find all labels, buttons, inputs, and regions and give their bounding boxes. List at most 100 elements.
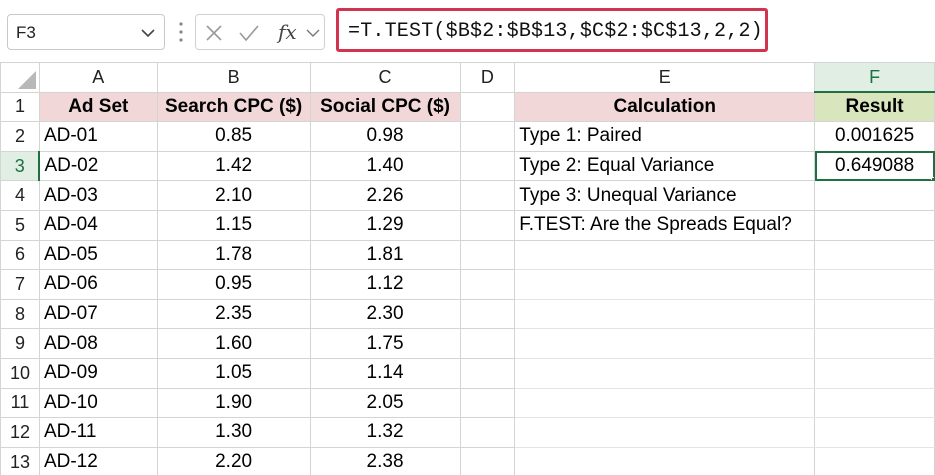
header-calculation[interactable]: Calculation bbox=[514, 91, 816, 123]
empty-cell[interactable] bbox=[459, 446, 516, 475]
empty-cell[interactable] bbox=[514, 446, 816, 475]
empty-cell[interactable] bbox=[814, 387, 935, 419]
empty-cell[interactable] bbox=[514, 328, 816, 359]
social-cpc-cell[interactable]: 2.05 bbox=[309, 387, 461, 419]
header-ad-set[interactable]: Ad Set bbox=[38, 91, 158, 123]
search-cpc-cell[interactable]: 1.30 bbox=[156, 417, 311, 448]
result-cell[interactable] bbox=[814, 209, 935, 241]
row-header-12[interactable]: 12 bbox=[0, 417, 40, 448]
empty-cell[interactable] bbox=[514, 239, 816, 271]
search-cpc-cell[interactable]: 1.60 bbox=[156, 328, 311, 359]
ad-set-cell[interactable]: AD-08 bbox=[38, 328, 158, 359]
search-cpc-cell[interactable]: 0.85 bbox=[156, 121, 311, 152]
empty-cell[interactable] bbox=[814, 357, 935, 389]
row-header-11[interactable]: 11 bbox=[0, 387, 40, 419]
empty-cell[interactable] bbox=[459, 239, 516, 271]
cell-d4[interactable] bbox=[459, 180, 516, 211]
row-header-3[interactable]: 3 bbox=[0, 150, 41, 182]
column-header-e[interactable]: E bbox=[514, 62, 816, 93]
search-cpc-cell[interactable]: 1.90 bbox=[156, 387, 311, 419]
social-cpc-cell[interactable]: 2.38 bbox=[309, 446, 461, 475]
active-result-cell[interactable]: 0.649088 bbox=[814, 150, 935, 182]
empty-cell[interactable] bbox=[514, 357, 816, 389]
row-header-4[interactable]: 4 bbox=[0, 180, 40, 211]
fill-handle[interactable] bbox=[931, 177, 934, 180]
row-header-10[interactable]: 10 bbox=[0, 357, 40, 389]
insert-function-icon[interactable]: fx bbox=[278, 20, 297, 44]
cancel-icon[interactable] bbox=[204, 23, 224, 43]
cell-d5[interactable] bbox=[459, 209, 516, 241]
empty-cell[interactable] bbox=[814, 269, 935, 300]
formula-input[interactable]: =T.TEST($B$2:$B$13,$C$2:$C$13,2,2) bbox=[336, 8, 768, 52]
search-cpc-cell[interactable]: 1.05 bbox=[156, 357, 311, 389]
ad-set-cell[interactable]: AD-05 bbox=[38, 239, 158, 271]
ad-set-cell[interactable]: AD-12 bbox=[38, 446, 158, 475]
social-cpc-cell[interactable]: 1.75 bbox=[309, 328, 461, 359]
empty-cell[interactable] bbox=[459, 387, 516, 419]
calculation-label[interactable]: Type 3: Unequal Variance bbox=[514, 180, 816, 211]
header-result[interactable]: Result bbox=[814, 91, 935, 123]
empty-cell[interactable] bbox=[814, 446, 935, 475]
column-header-d[interactable]: D bbox=[459, 62, 516, 93]
column-header-f[interactable]: F bbox=[814, 62, 935, 94]
ad-set-cell[interactable]: AD-01 bbox=[38, 121, 158, 152]
empty-cell[interactable] bbox=[814, 239, 935, 271]
search-cpc-cell[interactable]: 1.15 bbox=[156, 209, 311, 241]
ad-set-cell[interactable]: AD-10 bbox=[38, 387, 158, 419]
row-header-9[interactable]: 9 bbox=[0, 328, 40, 359]
empty-cell[interactable] bbox=[514, 298, 816, 330]
empty-cell[interactable] bbox=[459, 328, 516, 359]
row-header-1[interactable]: 1 bbox=[0, 91, 40, 123]
empty-cell[interactable] bbox=[459, 298, 516, 330]
select-all-corner[interactable] bbox=[0, 62, 40, 93]
ad-set-cell[interactable]: AD-04 bbox=[38, 209, 158, 241]
row-header-7[interactable]: 7 bbox=[0, 269, 40, 300]
row-header-2[interactable]: 2 bbox=[0, 121, 40, 152]
empty-cell[interactable] bbox=[514, 387, 816, 419]
ad-set-cell[interactable]: AD-02 bbox=[38, 150, 158, 182]
calculation-label[interactable]: F.TEST: Are the Spreads Equal? bbox=[514, 209, 816, 241]
calculation-label[interactable]: Type 2: Equal Variance bbox=[514, 150, 816, 182]
calculation-label[interactable]: Type 1: Paired bbox=[514, 121, 816, 152]
empty-cell[interactable] bbox=[459, 417, 516, 448]
enter-check-icon[interactable] bbox=[238, 23, 260, 43]
search-cpc-cell[interactable]: 2.10 bbox=[156, 180, 311, 211]
row-header-13[interactable]: 13 bbox=[0, 446, 40, 475]
social-cpc-cell[interactable]: 1.14 bbox=[309, 357, 461, 389]
ad-set-cell[interactable]: AD-07 bbox=[38, 298, 158, 330]
search-cpc-cell[interactable]: 1.42 bbox=[156, 150, 311, 182]
empty-cell[interactable] bbox=[814, 417, 935, 448]
row-header-5[interactable]: 5 bbox=[0, 209, 40, 241]
name-box[interactable]: F3 bbox=[7, 14, 165, 50]
header-social-cpc[interactable]: Social CPC ($) bbox=[309, 91, 461, 123]
empty-cell[interactable] bbox=[459, 269, 516, 300]
column-header-b[interactable]: B bbox=[156, 62, 311, 93]
empty-cell[interactable] bbox=[814, 298, 935, 330]
social-cpc-cell[interactable]: 2.26 bbox=[309, 180, 461, 211]
empty-cell[interactable] bbox=[514, 269, 816, 300]
row-header-8[interactable]: 8 bbox=[0, 298, 40, 330]
result-cell[interactable] bbox=[814, 180, 935, 211]
social-cpc-cell[interactable]: 0.98 bbox=[309, 121, 461, 152]
social-cpc-cell[interactable]: 2.30 bbox=[309, 298, 461, 330]
column-header-c[interactable]: C bbox=[309, 62, 461, 93]
social-cpc-cell[interactable]: 1.29 bbox=[309, 209, 461, 241]
cell-d2[interactable] bbox=[459, 121, 516, 152]
ad-set-cell[interactable]: AD-03 bbox=[38, 180, 158, 211]
search-cpc-cell[interactable]: 1.78 bbox=[156, 239, 311, 271]
cell-d3[interactable] bbox=[459, 150, 516, 182]
empty-cell[interactable] bbox=[514, 417, 816, 448]
empty-cell[interactable] bbox=[459, 357, 516, 389]
column-header-a[interactable]: A bbox=[38, 62, 158, 93]
result-cell[interactable]: 0.001625 bbox=[814, 121, 935, 152]
chevron-down-icon[interactable] bbox=[140, 25, 156, 41]
social-cpc-cell[interactable]: 1.32 bbox=[309, 417, 461, 448]
ad-set-cell[interactable]: AD-11 bbox=[38, 417, 158, 448]
social-cpc-cell[interactable]: 1.40 bbox=[309, 150, 461, 182]
ad-set-cell[interactable]: AD-06 bbox=[38, 269, 158, 300]
cell-d1[interactable] bbox=[459, 91, 516, 123]
empty-cell[interactable] bbox=[814, 328, 935, 359]
social-cpc-cell[interactable]: 1.81 bbox=[309, 239, 461, 271]
row-header-6[interactable]: 6 bbox=[0, 239, 40, 271]
ad-set-cell[interactable]: AD-09 bbox=[38, 357, 158, 389]
